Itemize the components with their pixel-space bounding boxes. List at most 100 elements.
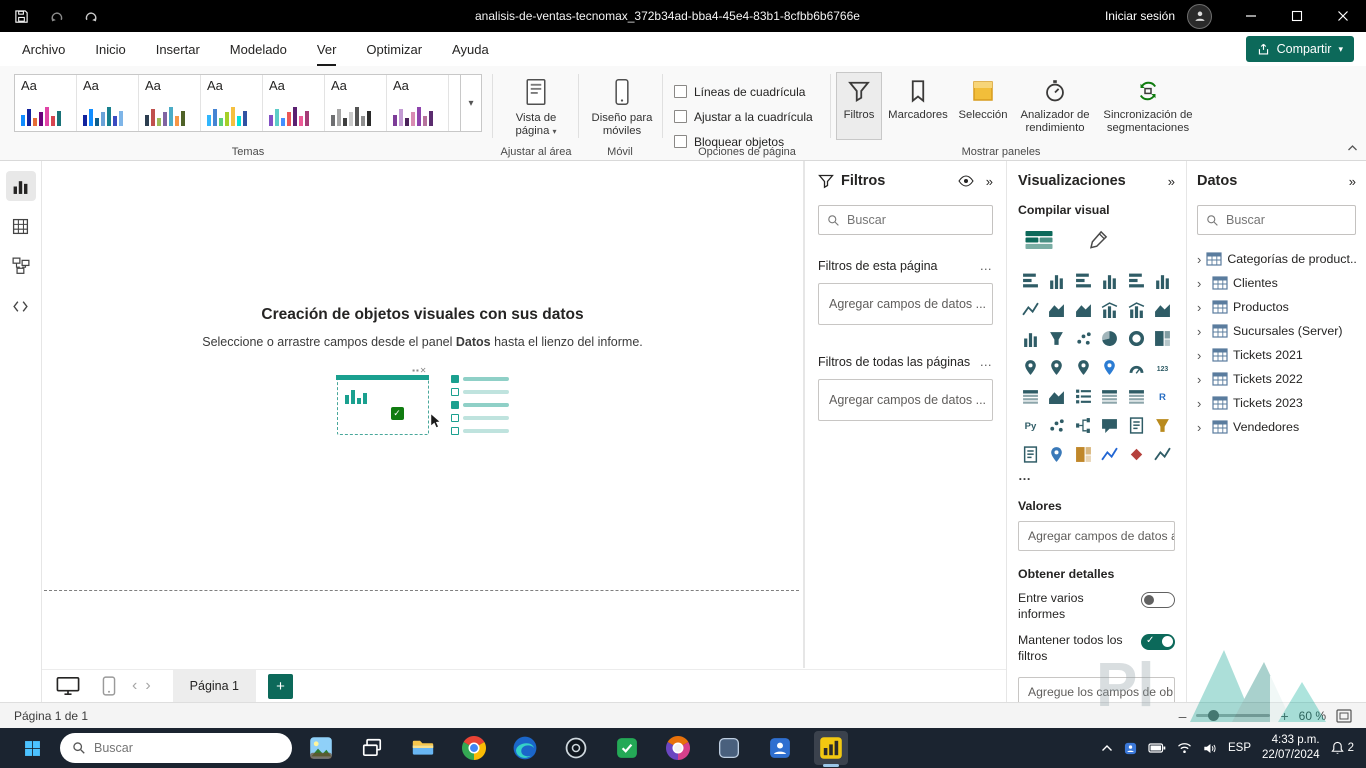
expand-chevron-icon[interactable]: › bbox=[1197, 276, 1207, 291]
menu-ayuda[interactable]: Ayuda bbox=[452, 32, 489, 66]
collapse-pane-icon[interactable]: » bbox=[986, 174, 993, 189]
expand-chevron-icon[interactable]: › bbox=[1197, 420, 1207, 435]
azure-map-icon[interactable] bbox=[1098, 355, 1122, 379]
snap-grid-checkbox-row[interactable]: Ajustar a la cuadrícula bbox=[674, 104, 813, 129]
file-explorer-taskbar-icon[interactable] bbox=[406, 731, 440, 765]
theme-card-6[interactable]: Aa bbox=[325, 75, 387, 131]
clustered-bar-chart-icon[interactable] bbox=[1071, 268, 1095, 292]
build-visual-tab[interactable] bbox=[1024, 228, 1054, 252]
performance-analyzer-button[interactable]: Analizador de rendimiento bbox=[1015, 72, 1095, 140]
power-bi-taskbar-icon[interactable] bbox=[814, 731, 848, 767]
data-table-row[interactable]: › Clientes bbox=[1197, 271, 1356, 295]
collapse-pane-icon[interactable]: » bbox=[1168, 174, 1175, 189]
filters-all-pages-dropzone[interactable]: Agregar campos de datos ... bbox=[818, 379, 993, 421]
menu-archivo[interactable]: Archivo bbox=[22, 32, 65, 66]
area-chart-icon[interactable] bbox=[1045, 297, 1069, 321]
share-button[interactable]: Compartir ▾ bbox=[1245, 36, 1354, 62]
theme-card-5[interactable]: Aa bbox=[263, 75, 325, 131]
snap-grid-checkbox[interactable] bbox=[674, 110, 687, 123]
volume-icon[interactable] bbox=[1203, 742, 1217, 755]
filters-page-dropzone[interactable]: Agregar campos de datos ... bbox=[818, 283, 993, 325]
selection-panel-button[interactable]: Selección bbox=[954, 72, 1012, 140]
gridlines-checkbox-row[interactable]: Líneas de cuadrícula bbox=[674, 79, 813, 104]
desktop-layout-icon[interactable] bbox=[56, 676, 80, 696]
stacked-area-chart-icon[interactable] bbox=[1071, 297, 1095, 321]
smart-narrative-icon[interactable] bbox=[1124, 413, 1148, 437]
notification-center[interactable]: 2 bbox=[1330, 741, 1354, 755]
more-options-icon[interactable]: … bbox=[980, 355, 994, 369]
keep-filters-toggle[interactable] bbox=[1141, 633, 1175, 650]
report-canvas[interactable]: Creación de objetos visuales con sus dat… bbox=[42, 161, 804, 668]
gridlines-checkbox[interactable] bbox=[674, 85, 687, 98]
kpi-icon[interactable] bbox=[1045, 384, 1069, 408]
tray-app-icon[interactable] bbox=[1124, 742, 1137, 755]
sync-slicers-button[interactable]: Sincronización de segmentaciones bbox=[1098, 72, 1198, 140]
more-visuals-icon[interactable]: … bbox=[1018, 468, 1175, 483]
line-chart-icon[interactable] bbox=[1018, 297, 1042, 321]
save-icon[interactable] bbox=[14, 9, 29, 24]
photos-app-taskbar-icon[interactable] bbox=[304, 731, 338, 765]
data-table-row[interactable]: › Productos bbox=[1197, 295, 1356, 319]
menu-ver[interactable]: Ver bbox=[316, 32, 337, 66]
expand-chevron-icon[interactable]: › bbox=[1197, 324, 1207, 339]
menu-optimizar[interactable]: Optimizar bbox=[366, 32, 422, 66]
expand-chevron-icon[interactable]: › bbox=[1197, 396, 1207, 411]
minimize-button[interactable] bbox=[1228, 0, 1274, 32]
power-apps-icon[interactable] bbox=[1071, 442, 1095, 466]
ribbon-chart-icon[interactable] bbox=[1151, 297, 1175, 321]
map-icon[interactable] bbox=[1018, 355, 1042, 379]
paginated-report-icon[interactable] bbox=[1018, 442, 1042, 466]
values-dropzone[interactable]: Agregar campos de datos a... bbox=[1018, 521, 1175, 551]
data-table-row[interactable]: › Tickets 2023 bbox=[1197, 391, 1356, 415]
ring-app-taskbar-icon[interactable] bbox=[559, 731, 593, 765]
collapse-pane-icon[interactable]: » bbox=[1349, 174, 1356, 189]
taskbar-search[interactable] bbox=[60, 733, 292, 763]
clustered-column-chart-icon[interactable] bbox=[1098, 268, 1122, 292]
card-icon[interactable]: 123 bbox=[1151, 355, 1175, 379]
eye-icon[interactable] bbox=[958, 175, 974, 187]
table-icon[interactable] bbox=[1098, 384, 1122, 408]
fit-to-page-icon[interactable] bbox=[1336, 708, 1352, 723]
filters-search-input[interactable] bbox=[847, 213, 984, 227]
table-view-button[interactable] bbox=[6, 211, 36, 241]
theme-card-4[interactable]: Aa bbox=[201, 75, 263, 131]
slicer-icon[interactable] bbox=[1071, 384, 1095, 408]
expand-chevron-icon[interactable]: › bbox=[1197, 300, 1207, 315]
scatter-chart-icon[interactable] bbox=[1071, 326, 1095, 350]
expand-chevron-icon[interactable]: › bbox=[1197, 348, 1207, 363]
page-tab[interactable]: Página 1 bbox=[172, 669, 257, 703]
menu-inicio[interactable]: Inicio bbox=[95, 32, 125, 66]
funnel-chart-icon[interactable] bbox=[1045, 326, 1069, 350]
menu-modelado[interactable]: Modelado bbox=[230, 32, 287, 66]
line-stacked-column-chart-icon[interactable] bbox=[1098, 297, 1122, 321]
taskbar-search-input[interactable] bbox=[94, 741, 280, 755]
hidden-icons-chevron[interactable] bbox=[1101, 744, 1113, 752]
slope-chart-icon[interactable] bbox=[1151, 442, 1175, 466]
premium-visual-icon[interactable] bbox=[1124, 442, 1148, 466]
key-influencers-icon[interactable] bbox=[1045, 413, 1069, 437]
donut-chart-icon[interactable] bbox=[1124, 326, 1148, 350]
stacked-bar-chart-icon[interactable] bbox=[1018, 268, 1042, 292]
sign-in-link[interactable]: Iniciar sesión bbox=[1105, 9, 1175, 23]
account-avatar[interactable] bbox=[1187, 3, 1212, 29]
power-automate-icon[interactable] bbox=[1098, 442, 1122, 466]
pie-chart-icon[interactable] bbox=[1098, 326, 1122, 350]
edge-browser-taskbar-icon[interactable] bbox=[508, 731, 542, 765]
theme-card-7[interactable]: Aa bbox=[387, 75, 449, 131]
close-button[interactable] bbox=[1320, 0, 1366, 32]
theme-card-1[interactable]: Aa bbox=[15, 75, 77, 131]
expand-chevron-icon[interactable]: › bbox=[1197, 372, 1207, 387]
stacked-column-chart-icon[interactable] bbox=[1045, 268, 1069, 292]
menu-insertar[interactable]: Insertar bbox=[156, 32, 200, 66]
python-visual-icon[interactable]: Py bbox=[1018, 413, 1042, 437]
data-search[interactable] bbox=[1197, 205, 1356, 235]
gauge-icon[interactable] bbox=[1124, 355, 1148, 379]
clock[interactable]: 4:33 p.m. 22/07/2024 bbox=[1262, 733, 1320, 763]
waterfall-chart-icon[interactable] bbox=[1018, 326, 1042, 350]
zoom-out-button[interactable]: – bbox=[1179, 708, 1187, 724]
shape-map-icon[interactable] bbox=[1071, 355, 1095, 379]
arcgis-map-icon[interactable] bbox=[1045, 442, 1069, 466]
multi-row-card-icon[interactable] bbox=[1018, 384, 1042, 408]
data-search-input[interactable] bbox=[1226, 213, 1347, 227]
undo-icon[interactable] bbox=[49, 9, 64, 24]
